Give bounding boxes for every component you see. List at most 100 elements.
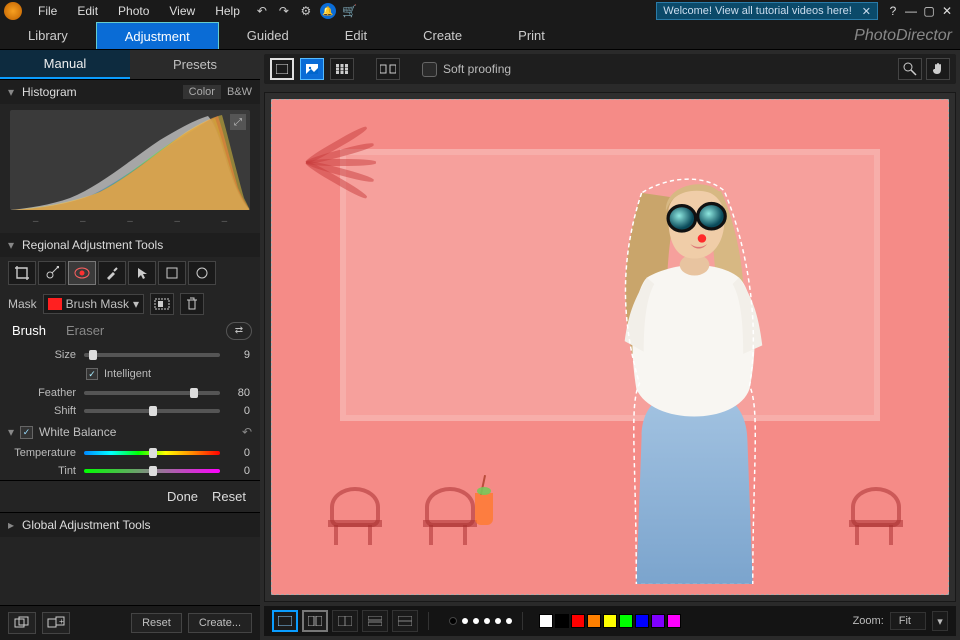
- tool-crop[interactable]: [8, 261, 36, 285]
- section-histogram[interactable]: ▾ Histogram Color B&W: [0, 80, 260, 104]
- mask-name: Brush Mask: [66, 297, 129, 311]
- maximize-button[interactable]: ▢: [920, 2, 938, 20]
- rating-dots[interactable]: [449, 617, 512, 625]
- main-menu-bar: File Edit Photo View Help: [28, 4, 250, 18]
- reset-button[interactable]: Reset: [212, 489, 246, 504]
- cart-icon[interactable]: 🛒: [340, 1, 360, 21]
- soft-proofing-checkbox[interactable]: [422, 62, 437, 77]
- tab-manual[interactable]: Manual: [0, 50, 130, 79]
- shift-slider[interactable]: [84, 409, 220, 413]
- intelligent-checkbox[interactable]: ✓: [86, 368, 98, 380]
- footer-view-side[interactable]: [302, 610, 328, 632]
- section-regional-tools[interactable]: ▾ Regional Adjustment Tools: [0, 233, 260, 257]
- histogram-mode-bw[interactable]: B&W: [227, 86, 252, 98]
- view-image-icon[interactable]: [300, 58, 324, 80]
- redo-button[interactable]: ↷: [274, 1, 294, 21]
- mask-invert-icon[interactable]: [150, 293, 174, 315]
- nav-guided[interactable]: Guided: [219, 22, 317, 49]
- nav-print[interactable]: Print: [490, 22, 573, 49]
- section-global-tools[interactable]: ▸ Global Adjustment Tools: [0, 512, 260, 537]
- histogram-title: Histogram: [22, 85, 77, 99]
- done-button[interactable]: Done: [167, 489, 198, 504]
- nav-create[interactable]: Create: [395, 22, 490, 49]
- size-slider[interactable]: [84, 353, 220, 357]
- global-title: Global Adjustment Tools: [22, 518, 151, 532]
- menu-photo[interactable]: Photo: [108, 4, 159, 18]
- intelligent-label: Intelligent: [104, 368, 151, 380]
- tool-select[interactable]: [128, 261, 156, 285]
- regional-title: Regional Adjustment Tools: [22, 238, 163, 252]
- zoom-tool-icon[interactable]: [898, 58, 922, 80]
- histogram-graph: ⤢: [10, 110, 250, 210]
- menu-help[interactable]: Help: [205, 4, 250, 18]
- promo-banner[interactable]: Welcome! View all tutorial videos here! …: [656, 2, 878, 20]
- copy-adjustments-icon[interactable]: [8, 612, 36, 634]
- mask-dropdown[interactable]: Brush Mask ▾: [43, 294, 144, 314]
- nav-edit[interactable]: Edit: [317, 22, 395, 49]
- create-preset-button[interactable]: Create...: [188, 613, 252, 633]
- help-icon[interactable]: ?: [884, 2, 902, 20]
- color-labels[interactable]: [539, 614, 681, 628]
- shift-value: 0: [228, 405, 250, 417]
- tool-gradient-linear[interactable]: [158, 261, 186, 285]
- mask-delete-icon[interactable]: [180, 293, 204, 315]
- temperature-value: 0: [228, 447, 250, 459]
- section-white-balance[interactable]: ▾ ✓ White Balance ↶: [0, 420, 260, 444]
- histogram-ticks: –––––: [0, 216, 260, 233]
- mask-color-swatch: [48, 298, 62, 310]
- size-label: Size: [10, 349, 76, 361]
- tool-brush[interactable]: [98, 261, 126, 285]
- view-grid-icon[interactable]: [330, 58, 354, 80]
- menu-file[interactable]: File: [28, 4, 67, 18]
- pan-tool-icon[interactable]: [926, 58, 950, 80]
- minimize-button[interactable]: —: [902, 2, 920, 20]
- white-balance-reset-icon[interactable]: ↶: [242, 425, 252, 439]
- collapse-icon: ▾: [8, 85, 18, 99]
- notifications-icon[interactable]: 🔔: [318, 1, 338, 21]
- swap-tool-icon[interactable]: ⇄: [226, 322, 252, 340]
- tool-spot[interactable]: [38, 261, 66, 285]
- undo-button[interactable]: ↶: [252, 1, 272, 21]
- view-single-icon[interactable]: [270, 58, 294, 80]
- canvas-pane: Soft proofing: [260, 50, 960, 640]
- temperature-label: Temperature: [10, 447, 76, 459]
- reset-all-button[interactable]: Reset: [131, 613, 182, 633]
- promo-close-icon[interactable]: ✕: [862, 5, 871, 18]
- tint-value: 0: [228, 465, 250, 477]
- settings-icon[interactable]: ⚙: [296, 1, 316, 21]
- collapse-icon: ▾: [8, 425, 18, 439]
- image-canvas[interactable]: [264, 92, 956, 602]
- promo-text: Welcome! View all tutorial videos here!: [663, 5, 852, 17]
- adjustment-panel: Manual Presets ▾ Histogram Color B&W ⤢ –…: [0, 50, 260, 640]
- footer-view-hsplit[interactable]: [392, 610, 418, 632]
- feather-slider[interactable]: [84, 391, 220, 395]
- nav-library[interactable]: Library: [0, 22, 96, 49]
- zoom-value: Fit: [899, 615, 911, 627]
- white-balance-checkbox[interactable]: ✓: [20, 426, 33, 439]
- tab-eraser[interactable]: Eraser: [62, 321, 108, 340]
- menu-edit[interactable]: Edit: [67, 4, 108, 18]
- compare-icon[interactable]: [376, 58, 400, 80]
- footer-view-split[interactable]: [332, 610, 358, 632]
- tint-slider[interactable]: [84, 469, 220, 473]
- tab-presets[interactable]: Presets: [130, 50, 260, 79]
- temperature-slider[interactable]: [84, 451, 220, 455]
- close-button[interactable]: ✕: [938, 2, 956, 20]
- footer-view-original[interactable]: [272, 610, 298, 632]
- nav-adjustment[interactable]: Adjustment: [96, 22, 219, 49]
- zoom-dropdown[interactable]: Fit: [890, 612, 926, 630]
- histogram-mode-color[interactable]: Color: [183, 85, 221, 99]
- zoom-chevron-icon[interactable]: ▾: [932, 611, 948, 631]
- expand-histogram-icon[interactable]: ⤢: [230, 114, 246, 130]
- mask-label: Mask: [8, 297, 37, 311]
- tool-gradient-radial[interactable]: [188, 261, 216, 285]
- size-value: 9: [228, 349, 250, 361]
- paste-adjustments-icon[interactable]: +: [42, 612, 70, 634]
- tool-redeye[interactable]: [68, 261, 96, 285]
- feather-value: 80: [228, 387, 250, 399]
- svg-text:+: +: [59, 617, 64, 626]
- menu-view[interactable]: View: [159, 4, 205, 18]
- tab-brush[interactable]: Brush: [8, 321, 50, 340]
- footer-view-stack[interactable]: [362, 610, 388, 632]
- collapse-icon: ▾: [8, 238, 18, 252]
